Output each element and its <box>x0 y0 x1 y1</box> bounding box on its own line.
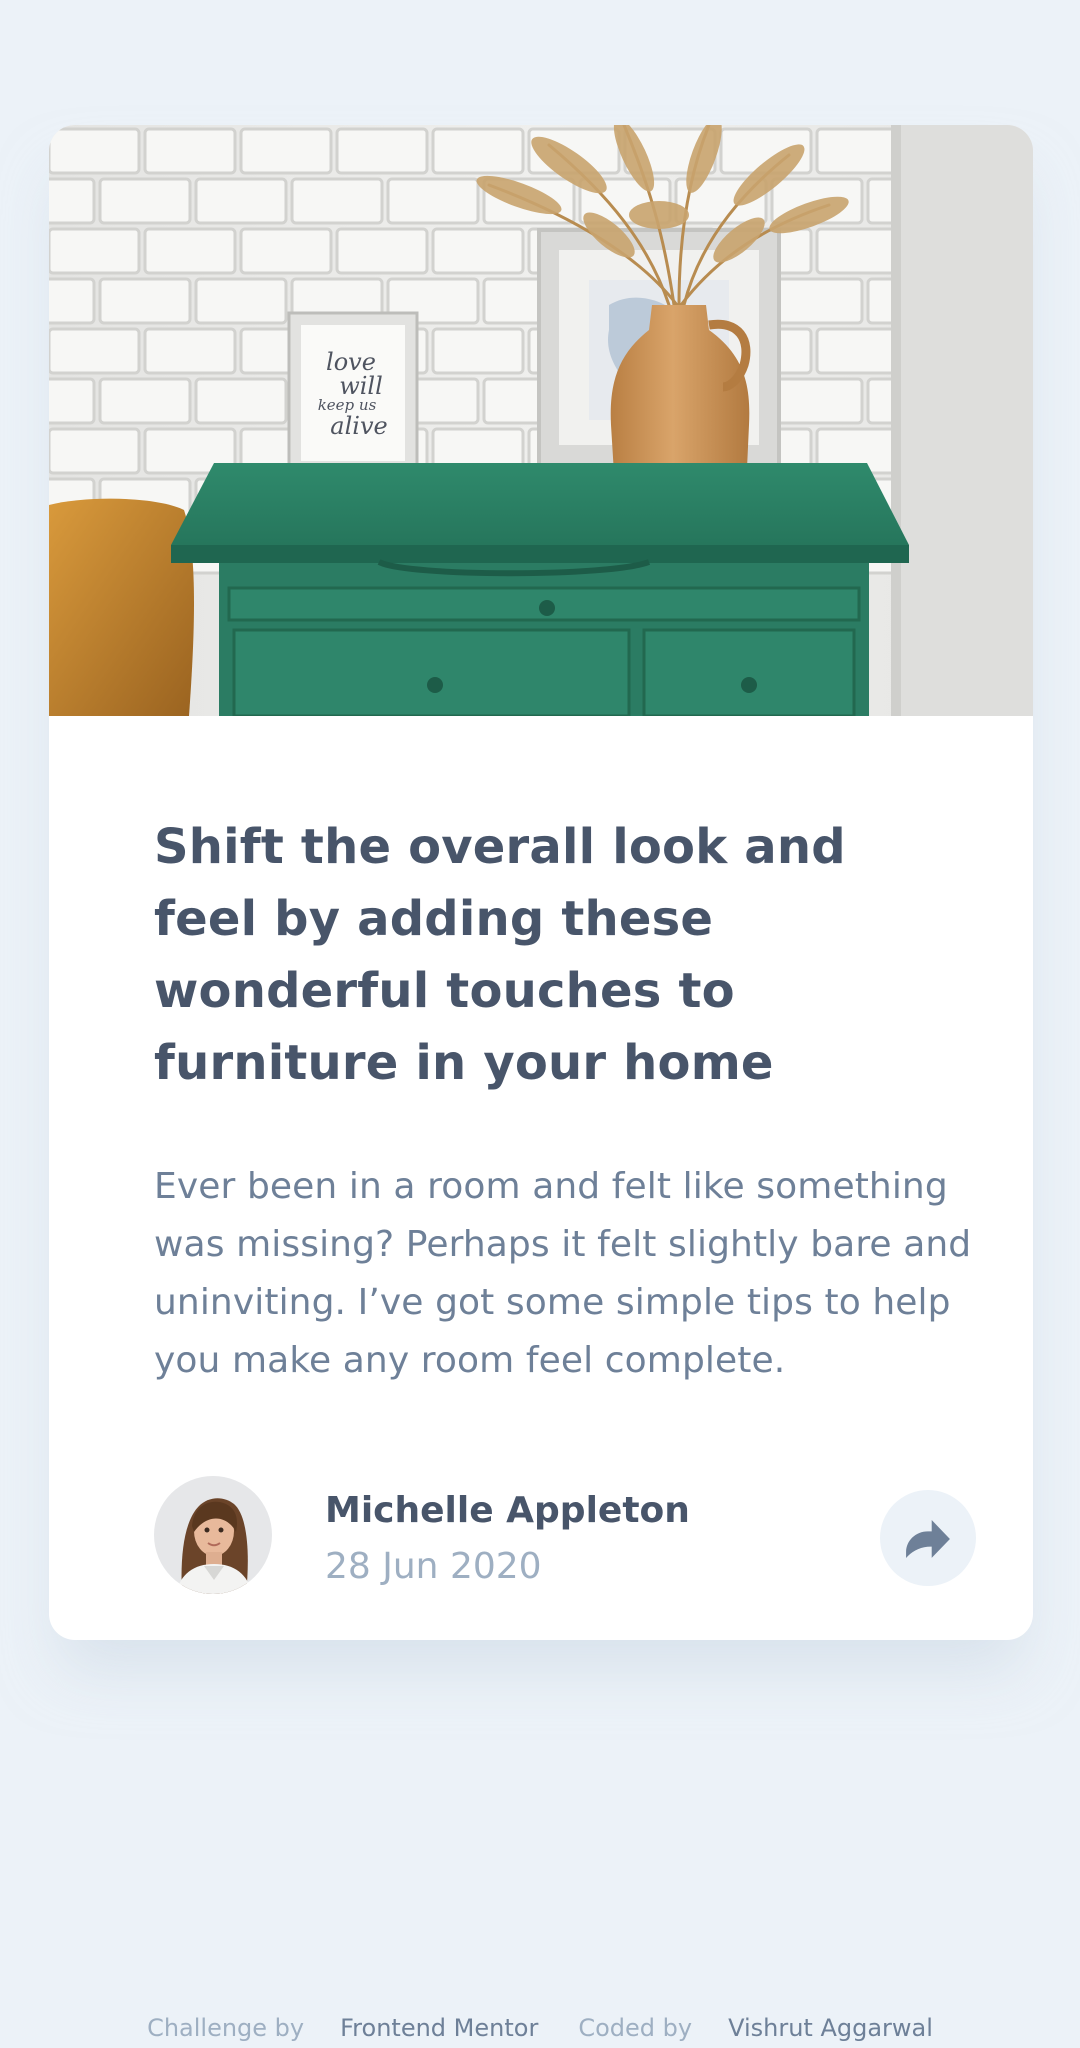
challenge-label: Challenge by <box>147 2014 305 2042</box>
publish-date: 28 Jun 2020 <box>325 1546 542 1587</box>
author-link[interactable]: Vishrut Aggarwal <box>728 2014 933 2042</box>
share-button[interactable] <box>880 1490 976 1586</box>
frontend-mentor-link[interactable]: Frontend Mentor <box>340 2014 538 2042</box>
coded-by-label: Coded by <box>578 2014 693 2042</box>
article-card: love will keep us alive Shift the overal… <box>49 125 1033 1640</box>
article-headline: Shift the overall look and feel by addin… <box>154 819 846 1091</box>
author-row: Michelle Appleton 28 Jun 2020 <box>154 1475 984 1595</box>
author-name: Michelle Appleton <box>325 1490 690 1531</box>
share-icon <box>906 1520 950 1558</box>
article-excerpt: Ever been in a room and felt like someth… <box>154 1166 972 1381</box>
hero-image: love will keep us alive <box>49 125 1033 716</box>
frame-text-line-4: alive <box>330 412 387 440</box>
attribution: Challenge by Frontend Mentor Coded by Vishr… <box>0 2008 1080 2048</box>
avatar <box>154 1476 272 1594</box>
